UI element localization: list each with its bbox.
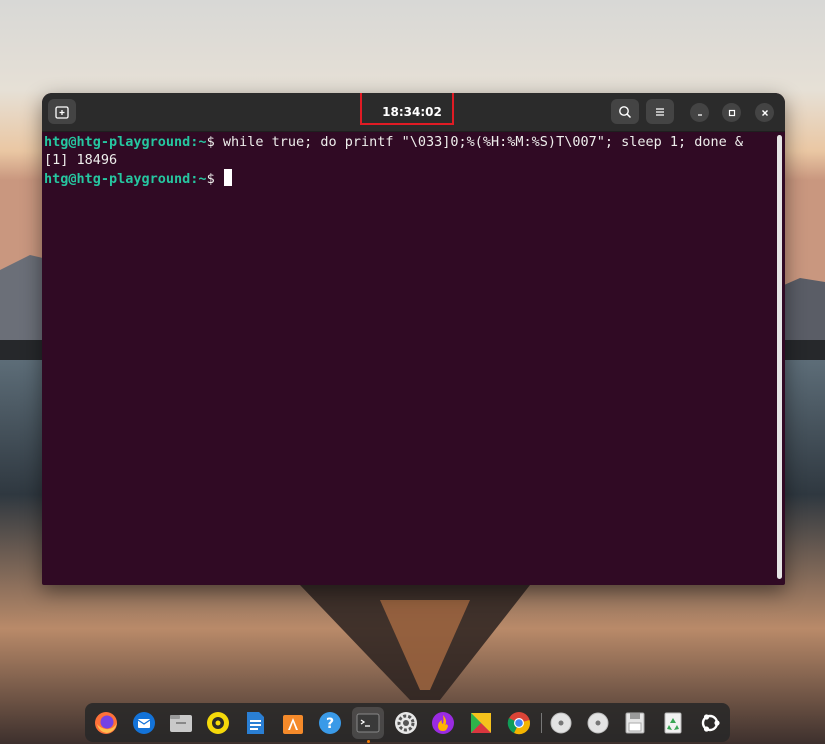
- dock-item-chrome[interactable]: [503, 707, 535, 739]
- terminal-output[interactable]: htg@htg-playground:~$ while true; do pri…: [44, 133, 774, 583]
- disc-icon: [550, 712, 572, 734]
- dock: ?: [85, 703, 730, 743]
- dock-item-disc[interactable]: [545, 707, 577, 739]
- dock-item-app-center[interactable]: [277, 707, 309, 739]
- terminal-line: htg@htg-playground:~$ while true; do pri…: [44, 133, 774, 151]
- hamburger-menu-icon: [656, 107, 664, 116]
- dock-item-terminal[interactable]: [352, 707, 384, 743]
- dock-separator: [541, 713, 542, 733]
- ubuntu-icon: [701, 714, 720, 732]
- trash-icon: [664, 712, 682, 734]
- tiles-app-icon: [471, 713, 491, 733]
- terminal-icon: [356, 713, 380, 733]
- prompt-symbol: $: [206, 134, 223, 150]
- maximize-icon: [728, 109, 735, 116]
- app-icon: [432, 712, 454, 734]
- dock-item-help[interactable]: ?: [314, 707, 346, 739]
- new-tab-icon: [55, 105, 69, 119]
- search-icon: [619, 105, 632, 118]
- menu-button[interactable]: [646, 99, 674, 124]
- dock-item-thunderbird[interactable]: [128, 707, 160, 739]
- command-text: while true; do printf "\033]0;%(%H:%M:%S…: [222, 134, 743, 150]
- dock-item-save[interactable]: [619, 707, 651, 739]
- close-button[interactable]: [755, 103, 774, 122]
- app-center-icon: [283, 715, 303, 734]
- dock-item-ubuntu[interactable]: [694, 707, 726, 739]
- files-icon: [170, 715, 192, 732]
- dock-item-rhythmbox[interactable]: [202, 707, 234, 739]
- thunderbird-icon: [133, 712, 155, 734]
- minimize-button[interactable]: [690, 103, 709, 122]
- dock-item-disc[interactable]: [582, 707, 614, 739]
- job-output: [1] 18496: [44, 152, 118, 168]
- dock-item-firefox[interactable]: [90, 707, 122, 739]
- text-cursor: [223, 169, 232, 186]
- disc-icon: [587, 712, 609, 734]
- svg-text:?: ?: [326, 716, 334, 732]
- dock-item-app[interactable]: [427, 707, 459, 739]
- maximize-button[interactable]: [722, 103, 741, 122]
- dock-item-files[interactable]: [165, 707, 197, 739]
- shell-prompt: htg@htg-playground:~: [44, 171, 207, 187]
- help-icon: ?: [319, 712, 341, 734]
- writer-icon: [247, 712, 264, 734]
- chrome-icon: [507, 712, 530, 735]
- shell-prompt: htg@htg-playground:~: [44, 134, 207, 150]
- settings-icon: [395, 712, 417, 734]
- prompt-symbol: $: [206, 171, 223, 187]
- active-indicator: [367, 740, 370, 743]
- dock-item-tiles-app[interactable]: [465, 707, 497, 739]
- firefox-icon: [95, 712, 117, 734]
- minimize-icon: [697, 113, 702, 116]
- dock-item-settings[interactable]: [390, 707, 422, 739]
- terminal-window: 18:34:02 htg@htg-playground:~$ while tru…: [42, 93, 785, 585]
- scrollbar[interactable]: [777, 135, 782, 579]
- titlebar: 18:34:02: [42, 93, 785, 132]
- dock-item-trash[interactable]: [657, 707, 689, 739]
- rhythmbox-icon: [207, 712, 229, 734]
- close-icon: [761, 109, 768, 116]
- dock-item-writer[interactable]: [239, 707, 271, 739]
- save-icon: [625, 712, 645, 734]
- terminal-line: htg@htg-playground:~$: [44, 169, 774, 188]
- search-button[interactable]: [611, 99, 639, 124]
- title-highlight-box: [360, 93, 454, 125]
- terminal-line: [1] 18496: [44, 151, 774, 169]
- new-tab-button[interactable]: [48, 99, 76, 124]
